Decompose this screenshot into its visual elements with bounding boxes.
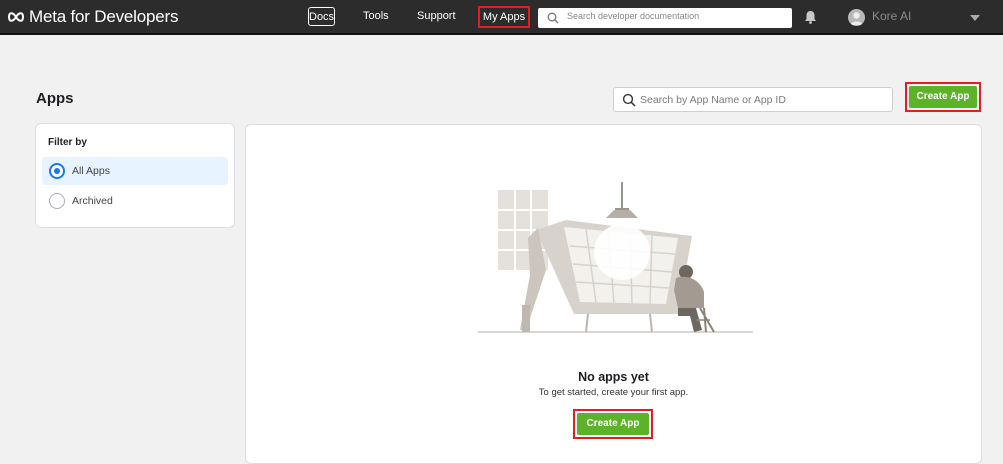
create-app-highlight: Create App bbox=[573, 409, 653, 439]
docs-search-input[interactable]: Search developer documentation bbox=[538, 8, 792, 28]
chevron-down-icon[interactable] bbox=[970, 15, 980, 21]
user-name[interactable]: Kore AI bbox=[872, 9, 911, 23]
bell-icon[interactable] bbox=[804, 10, 817, 24]
meta-logo[interactable]: Meta for Developers bbox=[6, 7, 178, 27]
app-search-input[interactable]: Search by App Name or App ID bbox=[613, 87, 893, 112]
create-app-highlight: Create App bbox=[905, 82, 981, 112]
filter-title: Filter by bbox=[48, 137, 87, 148]
docs-search-placeholder: Search developer documentation bbox=[567, 11, 700, 21]
radio-selected[interactable] bbox=[49, 163, 65, 179]
filter-option-label: All Apps bbox=[72, 165, 110, 177]
nav-docs[interactable]: Docs bbox=[308, 7, 335, 26]
page-title: Apps bbox=[36, 90, 74, 107]
apps-content-card: No apps yet To get started, create your … bbox=[245, 124, 982, 464]
user-icon bbox=[850, 12, 863, 25]
nav-support[interactable]: Support bbox=[417, 7, 456, 26]
search-icon bbox=[547, 12, 559, 24]
nav-my-apps[interactable]: My Apps bbox=[478, 6, 530, 28]
empty-state-subtitle: To get started, create your first app. bbox=[538, 387, 689, 398]
brand-name: Meta for Developers bbox=[29, 7, 179, 26]
meta-infinity-icon bbox=[7, 12, 25, 22]
filter-option-label: Archived bbox=[72, 195, 113, 207]
search-icon bbox=[622, 93, 636, 107]
filter-panel: Filter by All Apps Archived bbox=[35, 123, 235, 228]
radio-unselected[interactable] bbox=[49, 193, 65, 209]
create-app-button[interactable]: Create App bbox=[909, 86, 977, 108]
create-app-button[interactable]: Create App bbox=[577, 413, 649, 435]
nav-tools[interactable]: Tools bbox=[363, 7, 389, 26]
empty-state-illustration bbox=[478, 182, 753, 333]
filter-option-all-apps[interactable]: All Apps bbox=[42, 157, 228, 185]
empty-state-title: No apps yet bbox=[578, 370, 649, 384]
avatar[interactable] bbox=[848, 9, 865, 26]
top-navbar: Meta for Developers Docs Tools Support M… bbox=[0, 0, 1003, 35]
app-search-placeholder: Search by App Name or App ID bbox=[640, 94, 786, 106]
filter-option-archived[interactable]: Archived bbox=[42, 187, 228, 215]
